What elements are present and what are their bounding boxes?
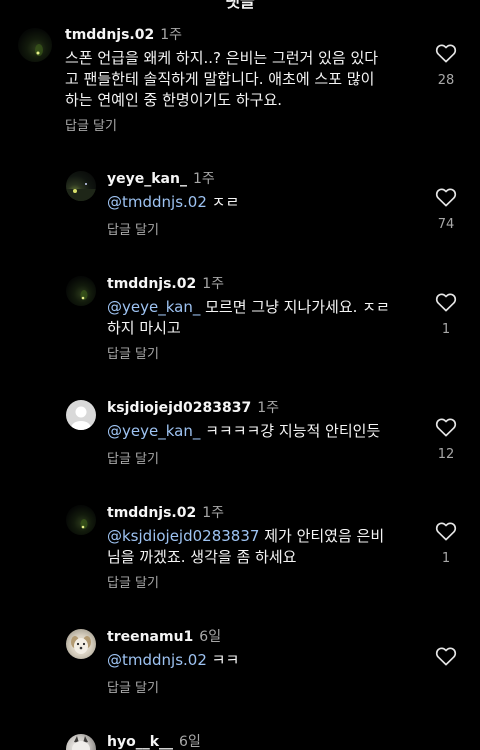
username[interactable]: yeye_kan_ [107,171,187,187]
heart-outline-icon [435,188,457,207]
heart-outline-icon [435,44,457,63]
reply-button[interactable]: 답글 달기 [107,680,159,698]
like-button[interactable] [431,646,461,670]
reply-button[interactable]: 답글 달기 [107,222,159,240]
avatar[interactable] [66,276,96,306]
avatar[interactable] [66,505,96,535]
comment-line: 하지 마시고 [107,319,181,337]
avatar-image [80,290,88,300]
reply-button[interactable]: 답글 달기 [107,575,159,593]
comment-text: 스폰 언급을 왜케 하지..? 은비는 그런거 있음 있다 고 팬들한테 솔직하… [65,48,425,111]
comment-line: 하는 연예인 중 한명이기도 하구요. [65,91,283,109]
heart-outline-icon [435,418,457,437]
avatar[interactable] [66,629,96,659]
comment-meta: tmddnjs.02 1주 [107,504,224,522]
mention-link[interactable]: @tmddnjs.02 [107,651,207,669]
like-count: 74 [437,217,455,232]
like-button[interactable] [431,417,461,441]
avatar[interactable] [66,400,96,430]
comment-meta: yeye_kan_ 1주 [107,170,215,188]
comment-meta: tmddnjs.02 1주 [107,275,224,293]
timestamp: 1주 [257,400,279,416]
default-avatar-icon [71,406,91,430]
avatar-image [72,736,90,750]
comment-meta: ksjdiojejd0283837 1주 [107,399,279,417]
timestamp: 1주 [202,276,225,292]
comment-text: @ksjdiojejd0283837 제가 안티였음 은비 님을 까겠죠. 생각… [107,526,427,568]
username[interactable]: tmddnjs.02 [65,27,154,43]
username[interactable]: tmddnjs.02 [107,276,196,292]
comments-page: 댓글 tmddnjs.02 1주 스폰 언급을 왜케 하지..? 은비는 그런거 … [0,0,480,750]
timestamp: 6일 [179,734,201,750]
timestamp: 1주 [202,505,225,521]
reply-button[interactable]: 답글 달기 [65,118,117,136]
mention-link[interactable]: @yeye_kan_ [107,422,200,440]
comment-meta: tmddnjs.02 1주 [65,26,182,44]
mention-link[interactable]: @yeye_kan_ [107,298,200,316]
avatar[interactable] [66,734,96,750]
like-button[interactable] [431,521,461,545]
avatar-image [35,44,43,56]
username[interactable]: treenamu1 [107,629,193,645]
comment-text: @yeye_kan_ 모르면 그냥 지나가세요. ㅈㄹ 하지 마시고 [107,297,422,339]
username[interactable]: tmddnjs.02 [107,505,196,521]
avatar[interactable] [18,28,52,62]
like-button[interactable] [431,187,461,211]
like-count: 12 [437,447,455,462]
comment-line: 스폰 언급을 왜케 하지..? 은비는 그런거 있음 있다 [65,49,379,67]
avatar[interactable] [66,171,96,201]
heart-outline-icon [435,647,457,666]
timestamp: 1주 [192,171,215,187]
comment-meta: hyo__k__ 6일 [107,733,201,750]
comment-text: @yeye_kan_ ㅋㅋㅋㅋ걍 지능적 안티인듯 [107,421,422,442]
mention-link[interactable]: @tmddnjs.02 [107,193,207,211]
like-count: 1 [441,322,451,337]
comment-line: 님을 까겠죠. 생각을 좀 하세요 [107,548,297,566]
comment-line: ㅋㅋ [206,651,240,669]
timestamp: 6일 [199,629,222,645]
like-button[interactable] [431,43,461,67]
timestamp: 1주 [160,27,183,43]
comment-line: ㅋㅋㅋㅋ걍 지능적 안티인듯 [200,422,381,440]
comment-text: @tmddnjs.02 ㅈㄹ [107,192,422,213]
comment-text: @tmddnjs.02 ㅋㅋ [107,650,422,671]
reply-button[interactable]: 답글 달기 [107,346,159,364]
like-count: 28 [437,73,455,88]
heart-outline-icon [435,522,457,541]
avatar-image [80,519,88,529]
reply-button[interactable]: 답글 달기 [107,451,159,469]
like-button[interactable] [431,292,461,316]
mention-link[interactable]: @ksjdiojejd0283837 [107,527,259,545]
like-count: 1 [441,551,451,566]
comment-line: 모르면 그냥 지나가세요. ㅈㄹ [200,298,390,316]
avatar-image [66,183,96,201]
comment-line: 고 팬들한테 솔직하게 말합니다. 애초에 스포 많이 [65,70,375,88]
avatar-image [71,636,91,654]
page-title: 댓글 [225,0,255,11]
heart-outline-icon [435,293,457,312]
comment-line: ㅈㄹ [206,193,240,211]
comment-meta: treenamu1 6일 [107,628,221,646]
comment-line: 제가 안티였음 은비 [259,527,385,545]
username[interactable]: hyo__k__ [107,734,173,750]
username[interactable]: ksjdiojejd0283837 [107,400,251,416]
